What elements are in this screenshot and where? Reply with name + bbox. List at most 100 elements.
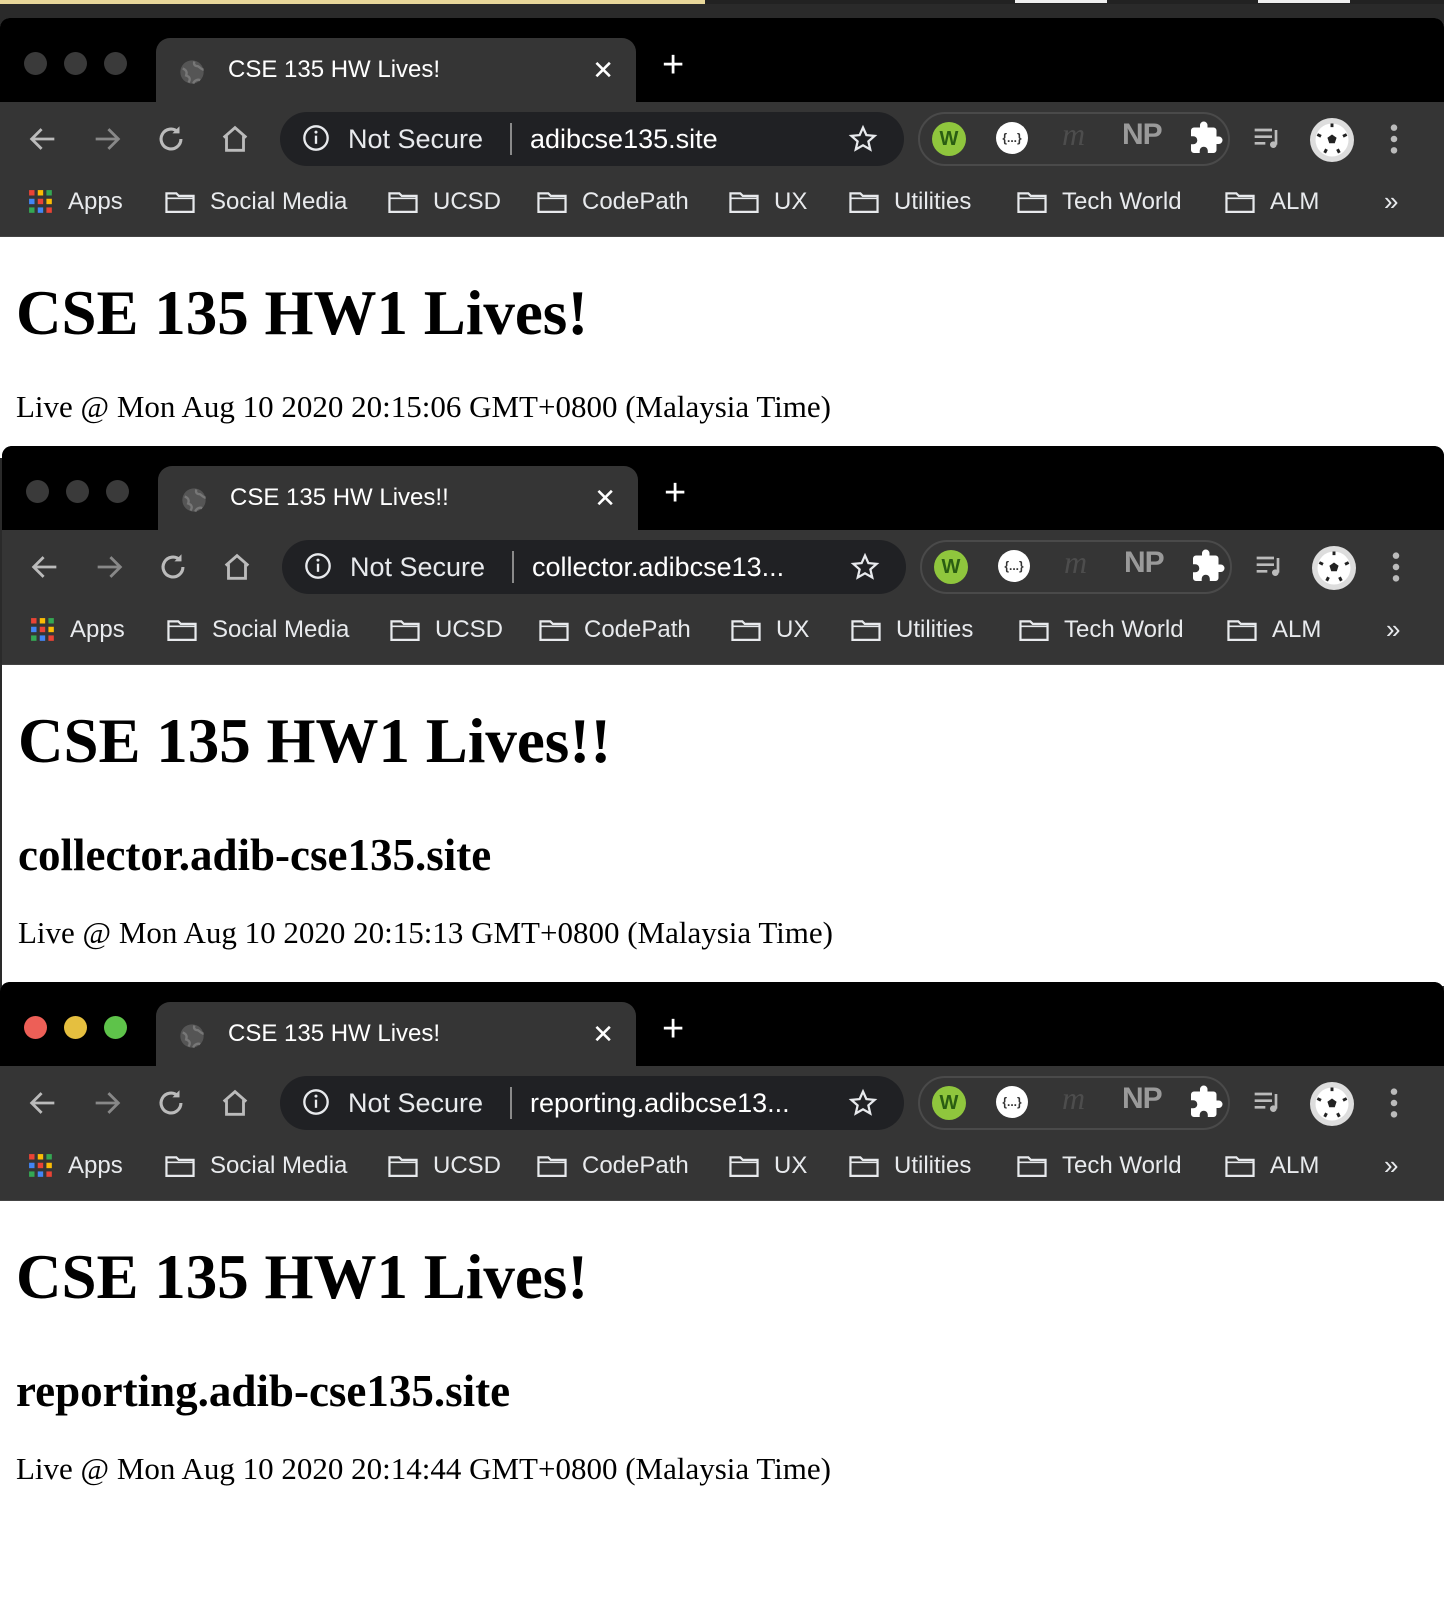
info-icon[interactable] [302,1088,330,1116]
back-icon[interactable] [28,550,62,584]
extensions-puzzle-icon[interactable] [1190,548,1226,584]
bookmark-folder[interactable]: Social Media [164,1152,347,1180]
bookmark-label: CodePath [582,188,689,215]
bookmark-apps[interactable]: Apps [28,188,123,216]
menu-icon[interactable] [1388,1086,1400,1120]
bookmark-folder[interactable]: Tech World [1018,616,1184,644]
bookmark-star-icon[interactable] [848,124,878,154]
profile-avatar[interactable] [1310,118,1354,162]
bookmark-folder[interactable]: CodePath [536,188,689,216]
reload-icon[interactable] [154,1086,188,1120]
m-extension-icon[interactable]: m [1062,1080,1085,1117]
bookmark-folder[interactable]: UCSD [387,1152,501,1180]
browser-window-1: CSE 135 HW Lives! ✕ + Not Secure adibcse… [0,18,1444,458]
close-window-button[interactable] [24,1016,47,1039]
bookmark-folder[interactable]: Tech World [1016,1152,1182,1180]
forward-icon[interactable] [92,550,126,584]
bookmark-folder[interactable]: Tech World [1016,188,1182,216]
grammar-extension-icon[interactable]: W [934,550,968,584]
minimize-window-button[interactable] [66,480,89,503]
url-text[interactable]: reporting.adibcse13... [530,1088,790,1119]
bookmark-folder[interactable]: ALM [1224,188,1319,216]
bookmark-folder[interactable]: Utilities [848,1152,971,1180]
bookmark-folder[interactable]: Social Media [166,616,349,644]
minimize-window-button[interactable] [64,1016,87,1039]
profile-avatar[interactable] [1310,1082,1354,1126]
info-icon[interactable] [302,124,330,152]
close-tab-icon[interactable]: ✕ [592,1021,614,1047]
bookmark-apps[interactable]: Apps [30,616,125,644]
back-icon[interactable] [26,122,60,156]
profile-avatar[interactable] [1312,546,1356,590]
menu-icon[interactable] [1390,550,1402,584]
reload-icon[interactable] [154,122,188,156]
close-window-button[interactable] [26,480,49,503]
new-tab-button[interactable]: + [662,1010,684,1048]
close-tab-icon[interactable]: ✕ [594,485,616,511]
bookmark-star-icon[interactable] [848,1088,878,1118]
url-text[interactable]: collector.adibcse13... [532,552,784,583]
new-tab-button[interactable]: + [664,474,686,512]
bookmark-folder[interactable]: UCSD [389,616,503,644]
forward-icon[interactable] [90,1086,124,1120]
close-tab-icon[interactable]: ✕ [592,57,614,83]
extensions-puzzle-icon[interactable] [1188,1084,1224,1120]
bookmark-folder[interactable]: UX [730,616,809,644]
bookmark-folder[interactable]: CodePath [536,1152,689,1180]
info-icon[interactable] [304,552,332,580]
bookmark-folder[interactable]: Utilities [850,616,973,644]
grammar-extension-icon[interactable]: W [932,1086,966,1120]
tab-bar: CSE 135 HW Lives! ✕ + [0,18,1444,102]
bookmark-folder[interactable]: Social Media [164,188,347,216]
close-window-button[interactable] [24,52,47,75]
m-extension-icon[interactable]: m [1062,116,1085,153]
bookmark-folder[interactable]: Utilities [848,188,971,216]
bookmark-folder[interactable]: ALM [1226,616,1321,644]
address-bar[interactable]: Not Secure adibcse135.site [280,112,904,166]
zoom-window-button[interactable] [104,52,127,75]
minimize-window-button[interactable] [64,52,87,75]
tab-active[interactable]: CSE 135 HW Lives! ✕ [156,38,636,102]
json-extension-icon[interactable]: {...} [996,1086,1028,1118]
bookmark-star-icon[interactable] [850,552,880,582]
url-text[interactable]: adibcse135.site [530,124,718,155]
zoom-window-button[interactable] [104,1016,127,1039]
bookmark-apps[interactable]: Apps [28,1152,123,1180]
json-extension-icon[interactable]: {...} [996,122,1028,154]
bookmark-folder[interactable]: UCSD [387,188,501,216]
back-icon[interactable] [26,1086,60,1120]
menu-icon[interactable] [1388,122,1400,156]
bookmark-folder[interactable]: UX [728,188,807,216]
home-icon[interactable] [218,1086,252,1120]
more-bookmarks-chevron-icon[interactable]: » [1386,614,1400,645]
address-bar[interactable]: Not Secure reporting.adibcse13... [280,1076,904,1130]
media-queue-icon[interactable] [1250,1086,1286,1118]
new-tab-button[interactable]: + [662,46,684,84]
folder-icon [537,1156,567,1177]
tab-active[interactable]: CSE 135 HW Lives!! ✕ [158,466,638,530]
home-icon[interactable] [220,550,254,584]
home-icon[interactable] [218,122,252,156]
np-extension-icon[interactable]: NP [1122,118,1163,152]
m-extension-icon[interactable]: m [1064,544,1087,581]
np-extension-icon[interactable]: NP [1122,1082,1163,1116]
more-bookmarks-chevron-icon[interactable]: » [1384,1150,1398,1181]
reload-icon[interactable] [156,550,190,584]
bookmark-folder[interactable]: CodePath [538,616,691,644]
media-queue-icon[interactable] [1250,122,1286,154]
zoom-window-button[interactable] [106,480,129,503]
media-queue-icon[interactable] [1252,550,1288,582]
np-extension-icon[interactable]: NP [1124,546,1165,580]
forward-icon[interactable] [90,122,124,156]
tab-active[interactable]: CSE 135 HW Lives! ✕ [156,1002,636,1066]
globe-icon [182,488,206,513]
folder-icon [165,192,195,213]
bookmark-folder[interactable]: ALM [1224,1152,1319,1180]
json-extension-icon[interactable]: {...} [998,550,1030,582]
folder-icon [1225,192,1255,213]
address-bar[interactable]: Not Secure collector.adibcse13... [282,540,906,594]
extensions-puzzle-icon[interactable] [1188,120,1224,156]
grammar-extension-icon[interactable]: W [932,122,966,156]
more-bookmarks-chevron-icon[interactable]: » [1384,186,1398,217]
bookmark-folder[interactable]: UX [728,1152,807,1180]
